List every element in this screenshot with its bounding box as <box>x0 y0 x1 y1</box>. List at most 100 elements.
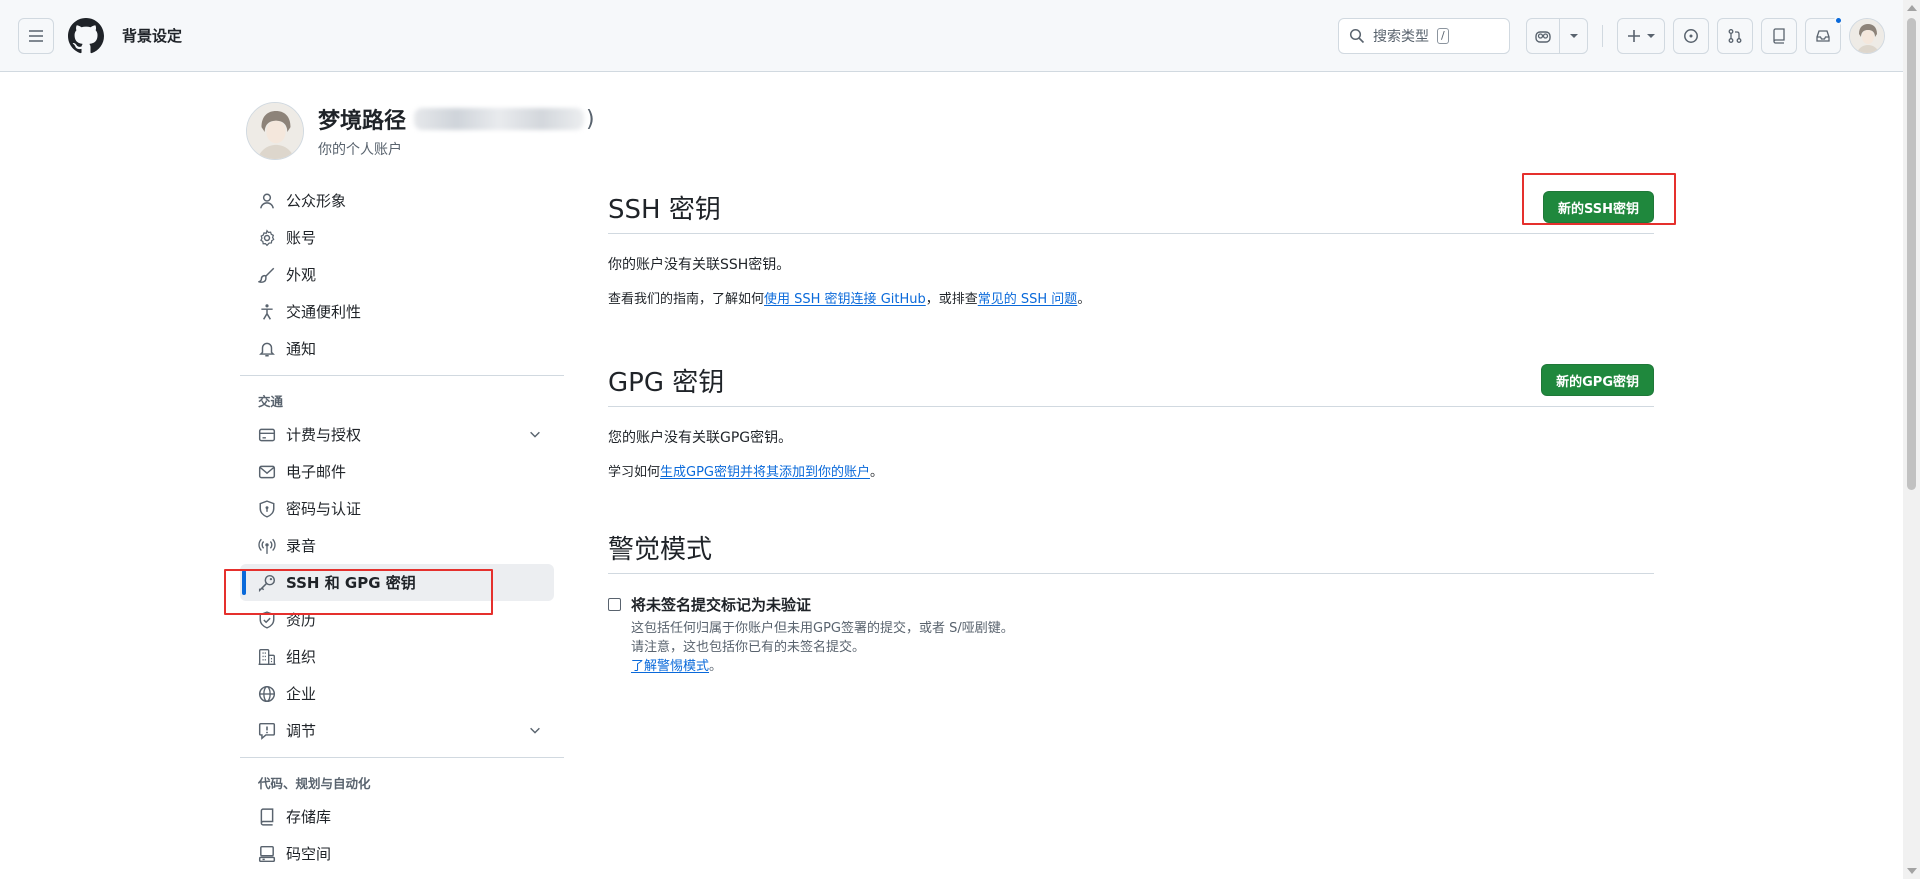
avatar-image <box>247 103 303 159</box>
vigilant-learn-link[interactable]: 了解警惕模式 <box>631 659 709 674</box>
sidebar-item-label: 计费与授权 <box>286 426 362 444</box>
search-input[interactable]: 搜索类型 / <box>1338 18 1510 54</box>
sidebar-item-label: 账号 <box>286 229 317 247</box>
repo-icon <box>1773 28 1785 44</box>
user-avatar-button[interactable] <box>1849 18 1885 54</box>
ssh-connect-guide-link[interactable]: 使用 SSH 密钥连接 GitHub <box>764 292 926 307</box>
sidebar-item-label: 组织 <box>286 648 317 666</box>
bell-icon <box>258 340 276 358</box>
ssh-troubleshoot-link[interactable]: 常见的 SSH 问题 <box>978 292 1078 307</box>
sidebar-item-label: 公众形象 <box>286 192 347 210</box>
avatar-image <box>1850 19 1884 53</box>
gpg-section-header: GPG 密钥 新的GPG密钥 <box>608 355 1654 407</box>
sidebar-item-account[interactable]: 账号 <box>240 219 564 256</box>
github-logo[interactable] <box>68 17 106 55</box>
sidebar-item-label: 交通便利性 <box>286 303 362 321</box>
copilot-split-button[interactable] <box>1526 18 1588 54</box>
gear-icon <box>258 228 276 247</box>
credit-card-icon <box>258 426 276 444</box>
redacted-username <box>414 108 585 130</box>
github-mark-icon <box>68 17 104 53</box>
header-divider <box>1602 25 1603 47</box>
search-placeholder: 搜索类型 <box>1373 29 1429 45</box>
menu-button[interactable] <box>18 17 54 54</box>
page-scrollbar[interactable] <box>1903 0 1920 879</box>
sidebar-item-notifications[interactable]: 通知 <box>240 330 564 367</box>
pull-requests-button[interactable] <box>1717 18 1753 54</box>
profile-avatar[interactable] <box>246 102 304 160</box>
scroll-up-arrow[interactable] <box>1907 5 1917 11</box>
sidebar-item-label: 码空间 <box>286 845 332 863</box>
copilot-icon <box>1535 31 1551 43</box>
profile-header: 梦境路径 ) 你的个人账户 <box>246 102 595 160</box>
person-icon <box>258 192 276 210</box>
create-new-button[interactable] <box>1617 18 1665 54</box>
scroll-thumb[interactable] <box>1907 18 1916 490</box>
inbox-button[interactable] <box>1805 16 1843 54</box>
vigilant-mode-checkbox[interactable] <box>608 598 621 611</box>
sidebar-item-emails[interactable]: 电子邮件 <box>240 453 564 490</box>
repositories-button[interactable] <box>1761 18 1797 54</box>
sidebar-item-sessions[interactable]: 录音 <box>240 527 564 564</box>
sidebar-item-moderation[interactable]: 调节 <box>240 712 564 749</box>
shield-lock-icon <box>258 499 276 518</box>
sidebar-item-password-auth[interactable]: 密码与认证 <box>240 490 564 527</box>
ssh-section-header: SSH 密钥 新的SSH密钥 <box>608 182 1654 234</box>
profile-name[interactable]: 梦境路径 ) <box>318 103 595 135</box>
scroll-down-arrow[interactable] <box>1907 868 1917 874</box>
organization-icon <box>258 648 276 666</box>
paintbrush-icon <box>258 266 276 284</box>
plus-icon <box>1628 30 1640 42</box>
ssh-help-middle: ，或排查 <box>925 292 978 307</box>
sidebar-item-label: 企业 <box>286 685 317 703</box>
vigilant-desc-line2: 请注意，这也包括你已有的未签名提交。 <box>631 640 866 655</box>
chevron-down-icon[interactable] <box>528 427 542 441</box>
sidebar-group-code: 代码、规划与自动化 <box>258 775 371 791</box>
sidebar-item-enterprises[interactable]: 企业 <box>240 675 564 712</box>
main-content: SSH 密钥 新的SSH密钥 你的账户没有关联SSH密钥。 查看我们的指南，了解… <box>608 182 1654 676</box>
ssh-title: SSH 密钥 <box>608 195 721 225</box>
broadcast-icon <box>258 537 276 555</box>
sidebar-item-billing[interactable]: 计费与授权 <box>240 416 564 453</box>
gpg-title: GPG 密钥 <box>608 368 725 398</box>
sidebar-item-label: 外观 <box>286 266 317 284</box>
highlight-box-ssh-button <box>1522 173 1676 225</box>
sidebar-item-repositories[interactable]: 存储库 <box>240 798 564 835</box>
ssh-help-prefix: 查看我们的指南，了解如何 <box>608 292 765 307</box>
sidebar-item-label: 通知 <box>286 340 317 358</box>
sidebar-item-label: 调节 <box>286 722 317 740</box>
highlight-box-sidebar <box>224 569 493 615</box>
context-title[interactable]: 背景设定 <box>122 25 182 46</box>
gpg-generate-guide-link[interactable]: 生成GPG密钥并将其添加到你的账户 <box>660 465 870 480</box>
profile-subtitle: 你的个人账户 <box>318 142 402 158</box>
sidebar-item-label: 密码与认证 <box>286 500 362 518</box>
sidebar-group-access: 交通 <box>258 393 284 409</box>
sidebar-item-label: 存储库 <box>286 808 332 826</box>
sidebar-divider <box>240 375 564 376</box>
gpg-help-suffix: 。 <box>870 465 884 480</box>
sidebar-item-codespaces[interactable]: 码空间 <box>240 835 564 872</box>
notification-dot <box>1834 16 1843 25</box>
vigilant-desc-line1: 这包括任何归属于你账户但未用GPG签署的提交，或者 S/哑剧键。 <box>631 621 1014 636</box>
sidebar-item-accessibility[interactable]: 交通便利性 <box>240 293 564 330</box>
codespaces-icon <box>258 845 276 863</box>
inbox-icon <box>1816 30 1830 42</box>
sidebar-divider <box>240 757 564 758</box>
display-name: 梦境路径 <box>318 109 407 134</box>
copilot-menu-button[interactable] <box>1559 19 1587 53</box>
issues-button[interactable] <box>1673 18 1709 54</box>
sidebar-item-appearance[interactable]: 外观 <box>240 256 564 293</box>
sidebar-item-public-profile[interactable]: 公众形象 <box>240 182 564 219</box>
copilot-button[interactable] <box>1527 19 1559 53</box>
chevron-down-icon[interactable] <box>528 723 542 737</box>
new-gpg-key-button[interactable]: 新的GPG密钥 <box>1541 364 1654 396</box>
ssh-help-text: 查看我们的指南，了解如何使用 SSH 密钥连接 GitHub，或排查常见的 SS… <box>608 288 1654 307</box>
git-pull-request-icon <box>1728 29 1742 43</box>
vigilant-section-header: 警觉模式 <box>608 522 1654 574</box>
vigilant-description: 这包括任何归属于你账户但未用GPG签署的提交，或者 S/哑剧键。 请注意，这也包… <box>631 619 1014 676</box>
vigilant-mode-option: 将未签名提交标记为未验证 这包括任何归属于你账户但未用GPG签署的提交，或者 S… <box>608 594 1654 676</box>
sidebar-item-organizations[interactable]: 组织 <box>240 638 564 675</box>
triangle-down-icon <box>1647 34 1655 38</box>
repo-icon <box>258 807 276 826</box>
vigilant-checkbox-label[interactable]: 将未签名提交标记为未验证 <box>631 594 1014 615</box>
